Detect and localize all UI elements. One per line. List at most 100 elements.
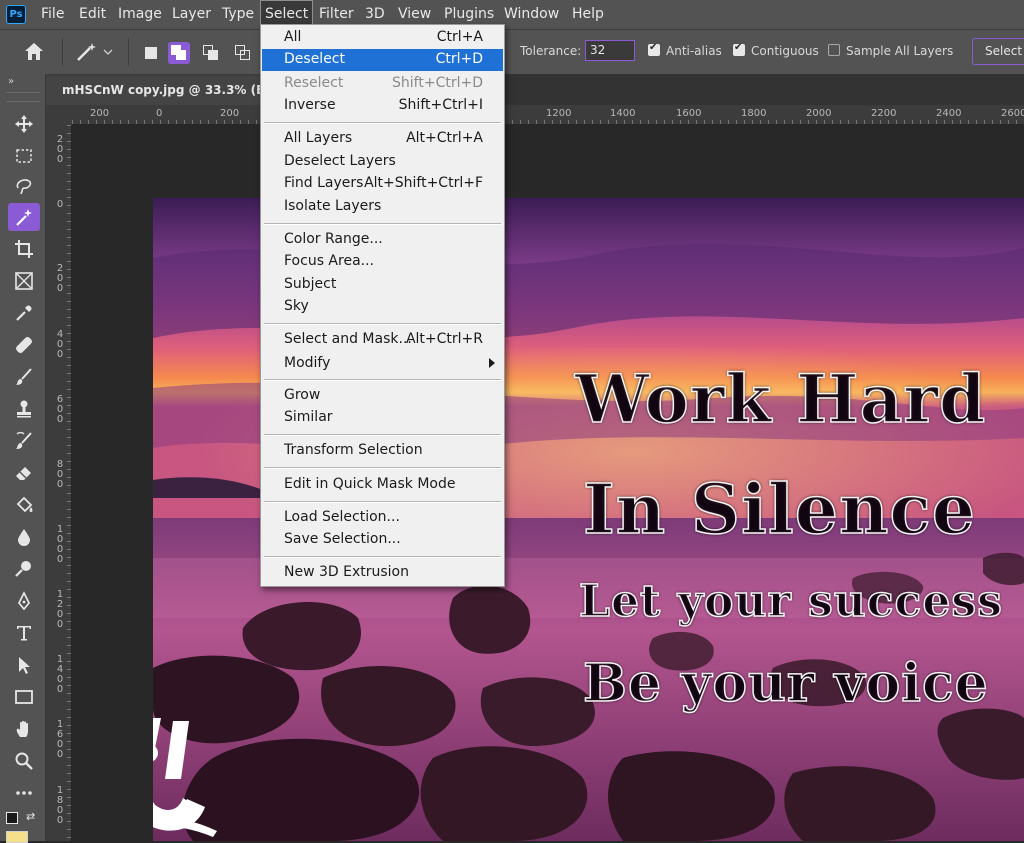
menu-item-load-selection[interactable]: Load Selection...	[262, 507, 503, 529]
ruler-tick-label: 200	[220, 108, 240, 119]
type-icon[interactable]	[8, 619, 40, 647]
menu-item-inverse[interactable]: Inverse Shift+Ctrl+I	[262, 95, 503, 117]
menu-item-label: Sky	[284, 298, 309, 314]
ruler-origin[interactable]	[46, 105, 72, 125]
menu-separator	[264, 556, 501, 558]
document-tab[interactable]: mHSCnW copy.jpg @ 33.3% (Ba	[46, 74, 264, 105]
ruler-tick-label: 2400	[936, 108, 962, 119]
menu-item-grow[interactable]: Grow	[262, 385, 503, 407]
menu-type[interactable]: Type	[218, 0, 258, 29]
menu-item-label: Select and Mask...	[284, 331, 412, 347]
ruler-tick-label: 2200	[871, 108, 897, 119]
swap-colors-icon[interactable]: ⇄	[26, 810, 35, 823]
marquee-icon[interactable]	[8, 142, 40, 170]
menu-layer[interactable]: Layer	[168, 0, 215, 29]
eraser-icon[interactable]	[8, 459, 40, 487]
foreground-color-swatch[interactable]	[6, 831, 28, 843]
menu-item-label: New 3D Extrusion	[284, 564, 409, 580]
anti-alias-checkbox[interactable]	[648, 42, 660, 56]
menu-item-label: Modify	[284, 355, 331, 371]
watermark-logo	[153, 721, 217, 837]
menu-item-select-and-mask[interactable]: Select and Mask... Alt+Ctrl+R	[262, 329, 503, 351]
menu-window[interactable]: Window	[500, 0, 563, 29]
ruler-tick-label: 1800	[56, 785, 64, 826]
ruler-tick-label: 1800	[741, 108, 767, 119]
path-selection-icon[interactable]	[8, 651, 40, 679]
menu-item-all-layers[interactable]: All Layers Alt+Ctrl+A	[262, 128, 503, 150]
menu-item-similar[interactable]: Similar	[262, 407, 503, 429]
menu-item-label: Focus Area...	[284, 253, 375, 269]
menu-item-shortcut: Shift+Ctrl+I	[398, 97, 483, 113]
paint-bucket-icon[interactable]	[8, 491, 40, 519]
eyedropper-icon[interactable]	[8, 299, 40, 327]
menu-item-reselect[interactable]: Reselect Shift+Ctrl+D	[262, 73, 503, 95]
select-subject-button[interactable]: Select	[972, 38, 1024, 65]
zoom-icon[interactable]	[8, 747, 40, 775]
history-brush-icon[interactable]	[8, 427, 40, 455]
default-colors-icon[interactable]	[6, 812, 18, 824]
collapse-panel-icon[interactable]: »	[8, 76, 14, 87]
magic-wand-icon[interactable]	[8, 203, 40, 231]
menu-item-focus-area[interactable]: Focus Area...	[262, 251, 503, 273]
menu-item-new-3d-extrusion[interactable]: New 3D Extrusion	[262, 562, 503, 584]
add-to-selection-icon[interactable]	[168, 42, 190, 64]
menu-item-modify[interactable]: Modify	[262, 353, 503, 375]
menu-item-find-layers[interactable]: Find Layers Alt+Shift+Ctrl+F	[262, 173, 503, 195]
menu-item-color-range[interactable]: Color Range...	[262, 229, 503, 251]
quote-line-2: In Silence	[582, 469, 977, 551]
menu-item-label: Similar	[284, 409, 333, 425]
menu-separator	[264, 223, 501, 225]
menu-file[interactable]: File	[37, 0, 68, 29]
sample-all-layers-checkbox[interactable]	[828, 44, 840, 56]
dodge-icon[interactable]	[8, 555, 40, 583]
menu-image[interactable]: Image	[114, 0, 166, 29]
menu-help[interactable]: Help	[568, 0, 608, 29]
menu-item-deselect[interactable]: Deselect Ctrl+D	[262, 49, 503, 71]
hand-icon[interactable]	[8, 715, 40, 743]
select-menu-dropdown: All Ctrl+A Deselect Ctrl+D Reselect Shift+C…	[260, 24, 505, 587]
menu-item-deselect-layers[interactable]: Deselect Layers	[262, 151, 503, 173]
submenu-arrow-icon	[489, 358, 495, 368]
ruler-tick-label: 200	[90, 108, 110, 119]
contiguous-checkbox[interactable]	[733, 42, 745, 56]
ruler-tick-label: 200	[56, 263, 64, 294]
subtract-selection-icon[interactable]	[200, 42, 222, 64]
menu-separator	[264, 323, 501, 325]
anti-alias-label: Anti-alias	[666, 44, 722, 58]
intersect-selection-icon[interactable]	[232, 42, 254, 64]
photoshop-logo: Ps	[6, 5, 26, 24]
menu-item-label: Reselect	[284, 75, 344, 91]
healing-brush-icon[interactable]	[8, 331, 40, 359]
blur-icon[interactable]	[8, 523, 40, 551]
menu-item-all[interactable]: All Ctrl+A	[262, 27, 503, 49]
crop-icon[interactable]	[8, 235, 40, 263]
tool-preset-picker[interactable]	[74, 40, 114, 64]
tolerance-input[interactable]: 32	[585, 40, 635, 61]
move-icon[interactable]	[8, 110, 40, 138]
options-bar: Tolerance: 32 Anti-alias Contiguous Samp…	[0, 29, 1024, 74]
menu-item-sky[interactable]: Sky	[262, 296, 503, 318]
menu-item-transform-selection[interactable]: Transform Selection	[262, 440, 503, 462]
brush-icon[interactable]	[8, 363, 40, 391]
more-tools-icon[interactable]	[8, 779, 40, 807]
ruler-tick-label: 200	[56, 134, 64, 165]
frame-icon[interactable]	[8, 267, 40, 295]
home-icon[interactable]	[22, 40, 48, 64]
panel-grip[interactable]	[6, 92, 40, 102]
menu-item-subject[interactable]: Subject	[262, 274, 503, 296]
menu-item-save-selection[interactable]: Save Selection...	[262, 529, 503, 551]
ruler-tick-label: 0	[56, 199, 64, 210]
menu-edit[interactable]: Edit	[75, 0, 110, 29]
ruler-tick-label: 1400	[610, 108, 636, 119]
menu-separator	[264, 467, 501, 469]
ruler-tick-label: 400	[56, 329, 64, 360]
menu-item-label: Color Range...	[284, 231, 383, 247]
new-selection-icon[interactable]	[140, 42, 162, 64]
menu-item-isolate-layers[interactable]: Isolate Layers	[262, 196, 503, 218]
menu-item-shortcut: Alt+Ctrl+R	[405, 331, 483, 347]
pen-icon[interactable]	[8, 587, 40, 615]
clone-stamp-icon[interactable]	[8, 395, 40, 423]
lasso-icon[interactable]	[8, 172, 40, 200]
rectangle-icon[interactable]	[8, 683, 40, 711]
menu-item-quick-mask[interactable]: Edit in Quick Mask Mode	[262, 474, 503, 496]
